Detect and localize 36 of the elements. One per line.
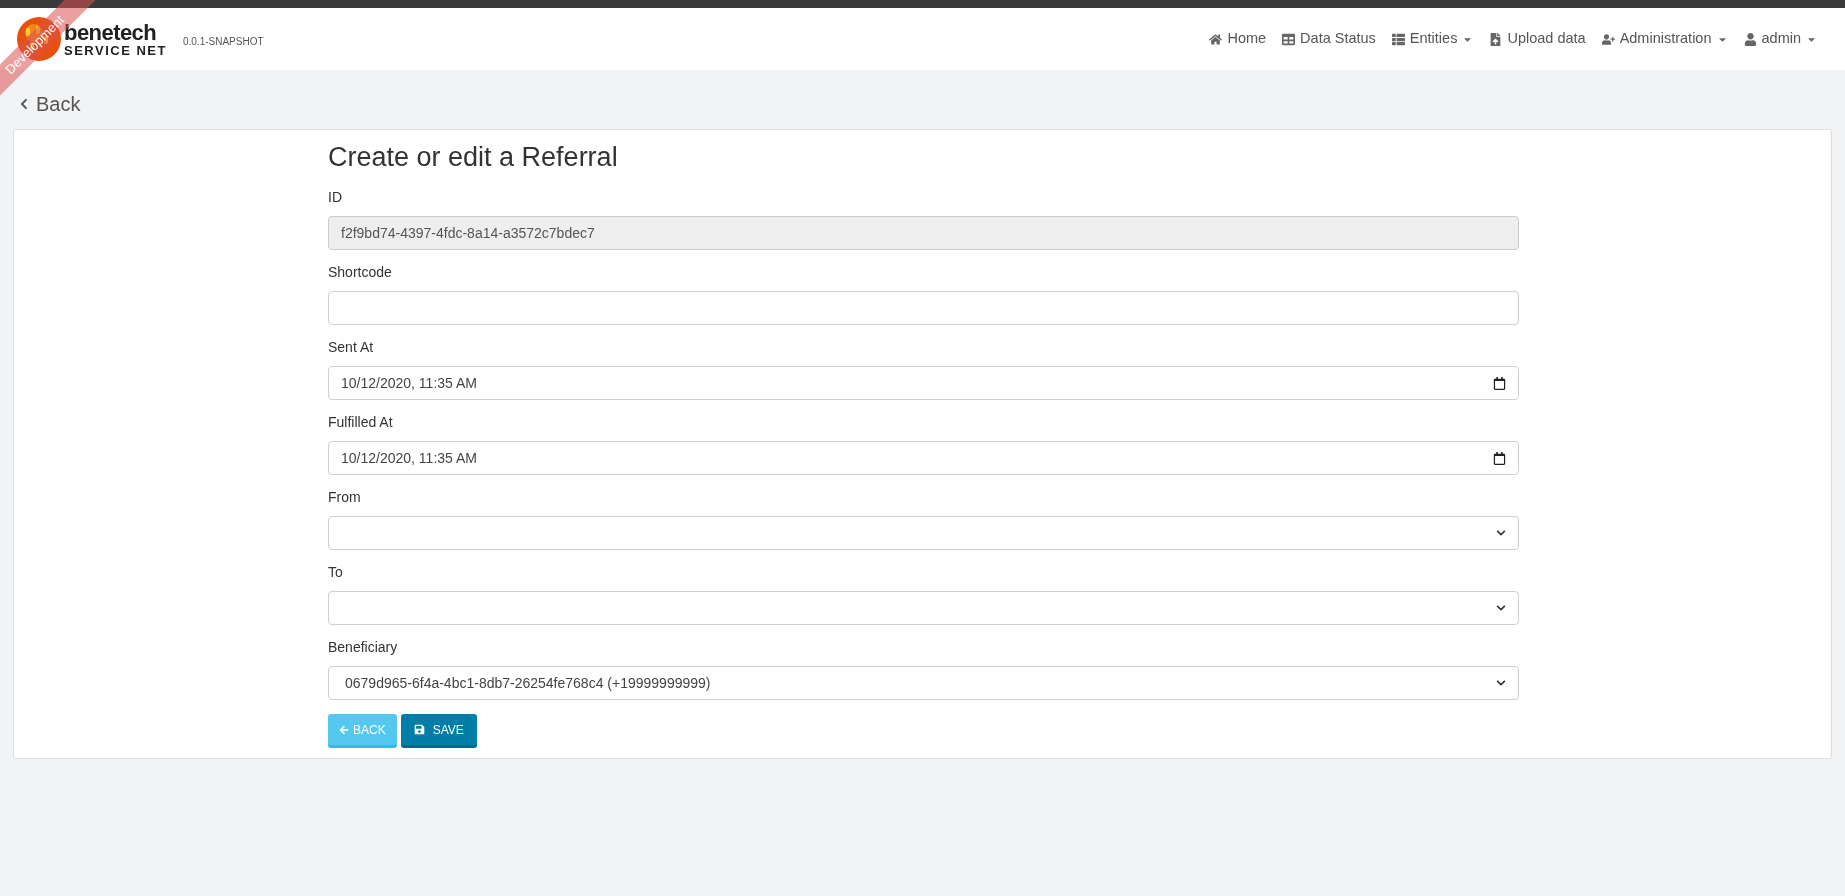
file-icon: [1489, 32, 1503, 46]
list-icon: [1391, 32, 1405, 46]
house-icon: [1209, 32, 1223, 46]
field-label: Shortcode: [328, 263, 393, 283]
user-plus-icon: [1601, 32, 1615, 46]
date-field[interactable]: 10/12/2020, 11:35 AM: [328, 366, 1519, 401]
field-label: Beneficiary: [328, 638, 399, 658]
brand-name: benetech: [64, 21, 158, 44]
user-icon: [1743, 32, 1757, 46]
select-field[interactable]: [328, 591, 1519, 626]
select-field[interactable]: 0679d965-6f4a-4bc1-8db7-26254fe768c4 (+19999999999): [328, 666, 1519, 701]
date-field[interactable]: 10/12/2020, 11:35 AM: [328, 441, 1519, 476]
calendar-icon: [1493, 451, 1506, 465]
field-label: Sent At: [328, 338, 375, 358]
back-link[interactable]: Back: [18, 89, 81, 119]
field-label: From: [328, 488, 362, 508]
field-label: ID: [328, 188, 343, 208]
brand-subtitle: SERVICE NET: [64, 43, 167, 57]
field-label: To: [328, 563, 344, 583]
form-title: Create or edit a Referral: [328, 141, 619, 174]
save-button[interactable]: SAVE: [400, 714, 477, 749]
arrow-left-icon: [339, 724, 349, 735]
nav-link[interactable]: Home: [1209, 28, 1267, 50]
table-icon: [1282, 32, 1296, 46]
chevron-left-icon: [18, 98, 30, 110]
nav-link[interactable]: Administration: [1601, 28, 1728, 50]
field-label: Fulfilled At: [328, 413, 394, 433]
nav-link[interactable]: Data Status: [1282, 28, 1376, 50]
logo-icon: [16, 16, 62, 62]
select-field[interactable]: [328, 516, 1519, 551]
calendar-icon: [1493, 376, 1506, 390]
nav-link[interactable]: admin: [1743, 28, 1817, 50]
text-field[interactable]: [328, 291, 1519, 326]
nav-link[interactable]: Upload data: [1489, 28, 1586, 50]
nav-link[interactable]: Entities: [1391, 28, 1474, 50]
version-label: 0.0.1-SNAPSHOT: [182, 34, 264, 49]
